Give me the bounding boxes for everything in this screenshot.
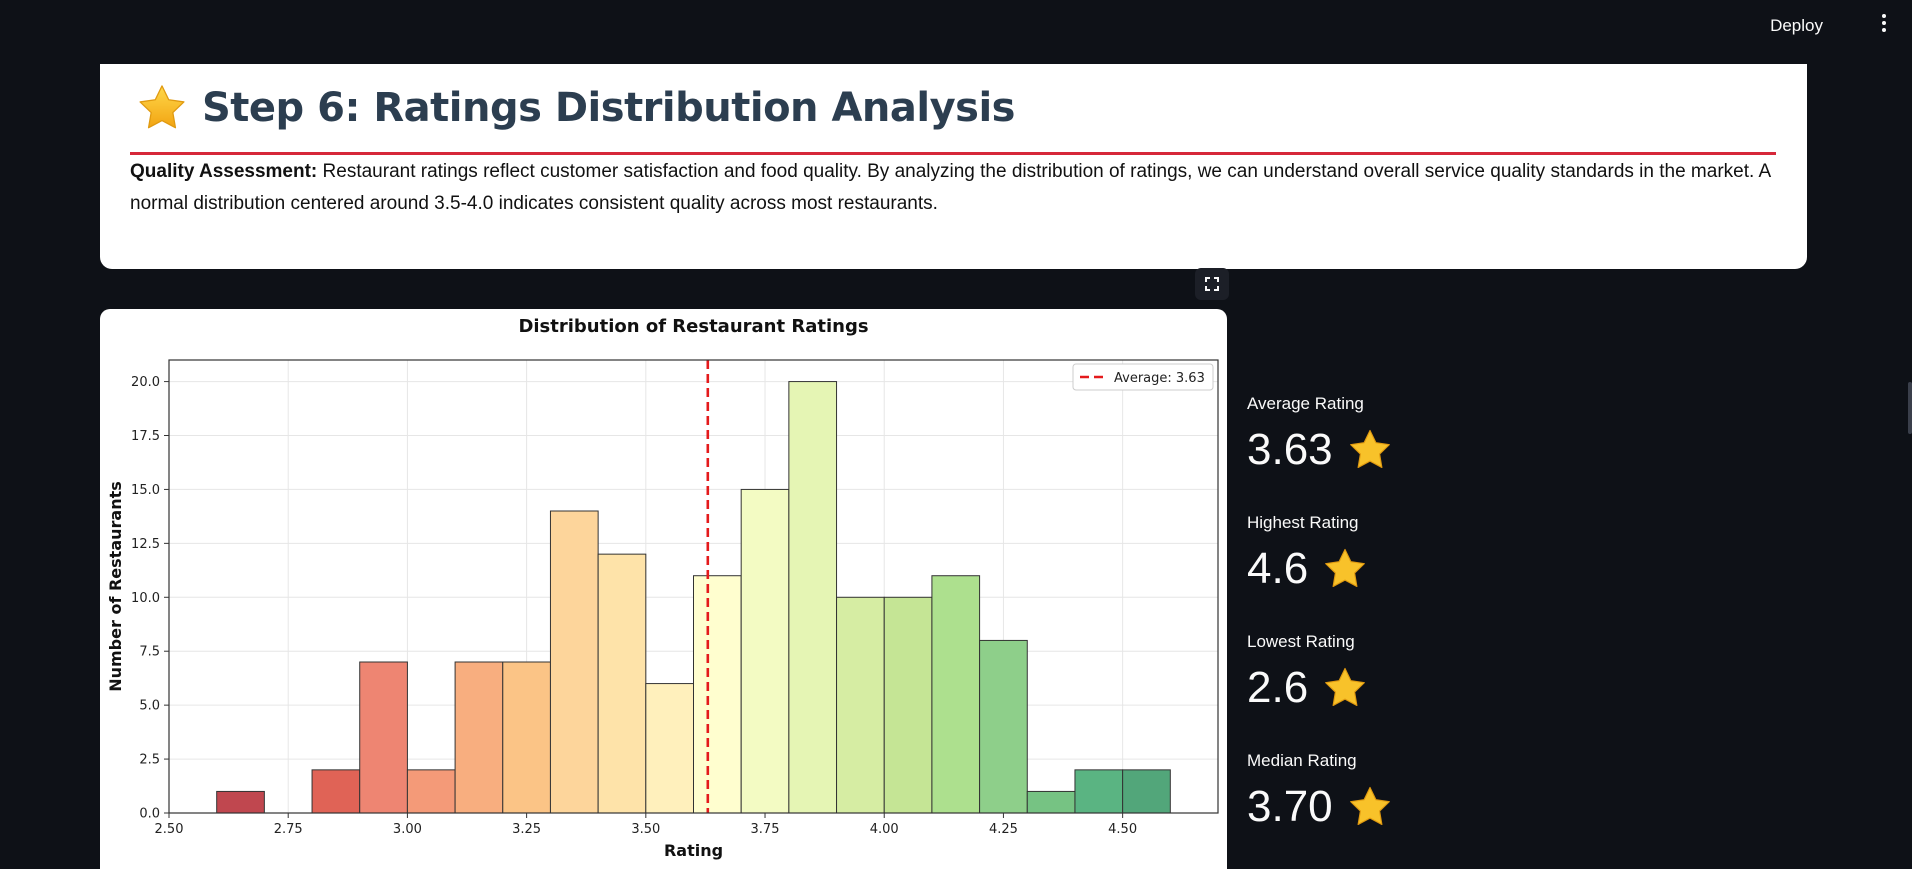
- y-tick-label: 17.5: [131, 429, 160, 444]
- metric-label: Median Rating: [1247, 751, 1357, 770]
- y-tick-label: 20.0: [131, 375, 160, 390]
- y-tick-label: 15.0: [131, 483, 160, 498]
- histogram-bar: [549, 510, 599, 814]
- y-axis-label: Number of Restaurants: [106, 481, 125, 692]
- legend-label: Average: 3.63: [1114, 371, 1205, 386]
- x-axis-label: Rating: [664, 841, 723, 860]
- page-title: Step 6: Ratings Distribution Analysis: [202, 85, 1015, 131]
- x-tick-label: 4.25: [989, 822, 1018, 837]
- histogram-bar: [693, 575, 742, 814]
- x-tick-label: 3.50: [631, 822, 660, 837]
- x-tick-label: 4.00: [870, 822, 899, 837]
- metric-label: Lowest Rating: [1247, 632, 1355, 651]
- description-text: Quality Assessment: Restaurant ratings r…: [130, 156, 1776, 220]
- histogram-bar: [406, 769, 456, 814]
- metric-label: Highest Rating: [1247, 513, 1359, 532]
- y-tick-label: 12.5: [131, 537, 160, 552]
- star-icon: [1349, 429, 1390, 469]
- star-icon: [139, 85, 185, 129]
- metric-label: Average Rating: [1247, 394, 1364, 413]
- x-tick-label: 2.50: [155, 822, 184, 837]
- histogram-bar: [788, 381, 838, 814]
- x-tick-label: 4.50: [1108, 822, 1137, 837]
- title-divider: [130, 152, 1776, 155]
- x-tick-label: 3.25: [512, 822, 541, 837]
- histogram-bar: [216, 790, 265, 814]
- metric-value: 2.6: [1247, 663, 1309, 712]
- star-icon: [1325, 548, 1366, 588]
- histogram-bar: [502, 661, 551, 814]
- metric-value: 3.63: [1247, 425, 1333, 474]
- x-tick-label: 2.75: [274, 822, 303, 837]
- more-options-icon[interactable]: [1880, 14, 1888, 36]
- histogram-bar: [979, 639, 1028, 814]
- histogram-bar: [645, 683, 694, 814]
- x-tick-label: 3.00: [393, 822, 422, 837]
- histogram-bar: [1026, 790, 1076, 814]
- metric-value: 4.6: [1247, 544, 1309, 593]
- ratings-histogram-chart: 2.50 2.75 3.00 3.25 3.50 3.75 4.00 4.25 4.50 0.0 2…: [106, 316, 1219, 860]
- y-tick-label: 5.0: [139, 699, 160, 714]
- histogram-bar: [931, 575, 981, 814]
- histogram-bar: [359, 661, 408, 814]
- histogram-bar: [883, 596, 933, 814]
- description-bold-label: Quality Assessment:: [130, 161, 318, 182]
- star-icon: [1325, 667, 1366, 707]
- histogram-bar: [836, 596, 885, 814]
- fullscreen-icon: [1205, 277, 1219, 291]
- star-icon: [1349, 786, 1390, 826]
- metric-value: 3.70: [1247, 782, 1333, 831]
- metric-lowest-rating: Lowest Rating 2.6: [1247, 632, 1368, 714]
- deploy-button[interactable]: Deploy: [1770, 16, 1823, 36]
- header-card: Step 6: Ratings Distribution Analysis Qu…: [100, 64, 1807, 269]
- x-tick-label: 3.75: [751, 822, 780, 837]
- chart-title: Distribution of Restaurant Ratings: [518, 316, 868, 337]
- histogram-bar: [740, 488, 790, 814]
- y-tick-label: 7.5: [139, 645, 160, 660]
- y-tick-label: 2.5: [139, 753, 160, 768]
- histogram-bar: [1122, 769, 1171, 814]
- description-body: Restaurant ratings reflect customer sati…: [130, 161, 1771, 214]
- histogram-bar: [311, 769, 361, 814]
- y-tick-label: 10.0: [131, 591, 160, 606]
- metric-average-rating: Average Rating 3.63: [1247, 394, 1393, 476]
- histogram-bar: [454, 661, 504, 814]
- y-tick-label: 0.0: [139, 807, 160, 822]
- chart-card: 2.50 2.75 3.00 3.25 3.50 3.75 4.00 4.25 4.50 0.0 2…: [100, 309, 1227, 869]
- metric-median-rating: Median Rating 3.70: [1247, 751, 1393, 833]
- top-bar: Deploy: [0, 0, 1912, 58]
- metric-highest-rating: Highest Rating 4.6: [1247, 513, 1368, 595]
- page-title-row: Step 6: Ratings Distribution Analysis: [136, 78, 1015, 138]
- fullscreen-button[interactable]: [1195, 268, 1229, 300]
- histogram-bar: [1074, 769, 1124, 814]
- histogram-bar: [597, 553, 647, 814]
- scrollbar-thumb[interactable]: [1908, 382, 1912, 434]
